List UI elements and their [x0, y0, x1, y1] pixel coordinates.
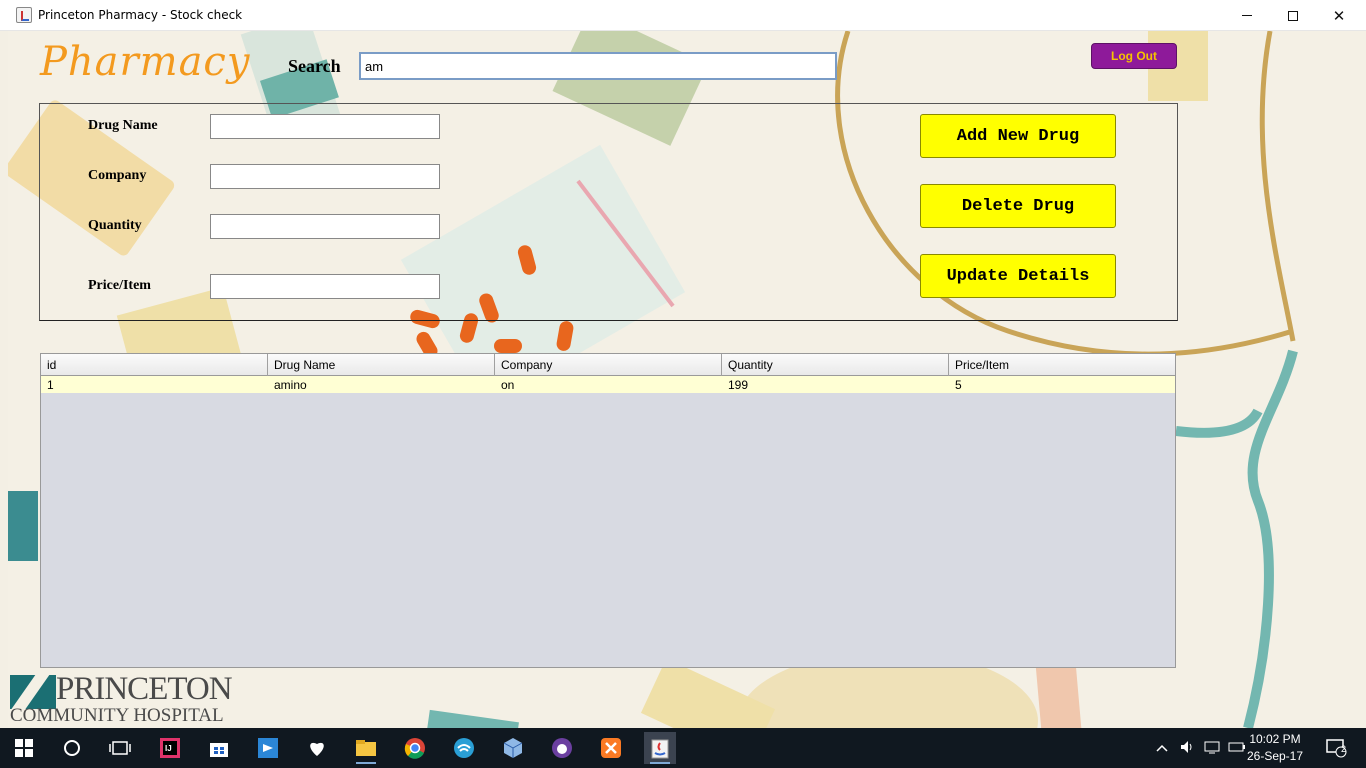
- cell-drug-name: amino: [274, 378, 307, 392]
- minimize-icon: [1242, 15, 1252, 16]
- column-header-drug-name[interactable]: Drug Name: [268, 354, 495, 376]
- java-app-icon: [16, 7, 32, 23]
- window-title-bar: Princeton Pharmacy - Stock check ✕: [0, 0, 1366, 31]
- column-header-id[interactable]: id: [41, 354, 268, 376]
- taskbar-clock[interactable]: 10:02 PM 26-Sep-17: [1244, 731, 1306, 765]
- company-input[interactable]: [210, 164, 440, 189]
- drug-table[interactable]: id Drug Name Company Quantity Price/Item…: [40, 353, 1176, 668]
- svg-text:IJ: IJ: [165, 744, 172, 753]
- princeton-logo-line2: COMMUNITY HOSPITAL: [10, 705, 224, 726]
- table-header: id Drug Name Company Quantity Price/Item: [41, 354, 1175, 376]
- logout-button[interactable]: Log Out: [1091, 43, 1177, 69]
- cell-quantity: 199: [728, 378, 749, 392]
- quantity-label: Quantity: [88, 218, 142, 233]
- delete-drug-button[interactable]: Delete Drug: [920, 184, 1116, 228]
- task-view-icon[interactable]: [104, 732, 136, 764]
- close-icon: ✕: [1332, 6, 1346, 25]
- drug-form-panel: Drug Name Company Quantity Price/Item Ad…: [39, 103, 1178, 321]
- clock-time: 10:02 PM: [1249, 732, 1301, 746]
- video-editor-icon[interactable]: [252, 732, 284, 764]
- network-app-icon[interactable]: [448, 732, 480, 764]
- pharmacy-logo: Pharmacy: [40, 39, 251, 85]
- stethoscope-green-tube: [1243, 349, 1298, 728]
- windows-taskbar: IJ 10:02 PM 26-Sep-17 2: [0, 728, 1366, 768]
- company-label: Company: [88, 168, 147, 183]
- search-input[interactable]: [359, 52, 837, 80]
- add-new-drug-button[interactable]: Add New Drug: [920, 114, 1116, 158]
- xampp-icon[interactable]: [595, 732, 627, 764]
- store-icon[interactable]: [203, 732, 235, 764]
- table-row[interactable]: 1 amino on 199 5: [41, 376, 1175, 393]
- notification-count: 2: [1341, 744, 1347, 754]
- bottom-green-strip: [427, 709, 519, 728]
- chevron-up-icon[interactable]: [1156, 741, 1170, 755]
- window-title: Princeton Pharmacy - Stock check: [38, 8, 243, 22]
- cell-price-per-item: 5: [955, 378, 962, 392]
- update-details-button[interactable]: Update Details: [920, 254, 1116, 298]
- iheart-icon[interactable]: [301, 732, 333, 764]
- stethoscope-tube-2: [1259, 31, 1296, 342]
- notification-center-icon[interactable]: 2: [1320, 732, 1352, 764]
- maximize-icon: [1288, 10, 1298, 21]
- close-button[interactable]: ✕: [1316, 0, 1362, 31]
- maximize-button[interactable]: [1270, 0, 1316, 31]
- drug-name-input[interactable]: [210, 114, 440, 139]
- column-header-price-per-item[interactable]: Price/Item: [949, 354, 1175, 376]
- price-per-item-input[interactable]: [210, 274, 440, 299]
- minimize-button[interactable]: [1224, 0, 1270, 31]
- column-header-quantity[interactable]: Quantity: [722, 354, 949, 376]
- price-per-item-label: Price/Item: [88, 278, 151, 293]
- quantity-input[interactable]: [210, 214, 440, 239]
- cell-id: 1: [47, 378, 54, 392]
- princeton-logo-mark: [10, 675, 56, 709]
- cortana-icon[interactable]: [56, 732, 88, 764]
- cell-company: on: [501, 378, 515, 392]
- network-icon[interactable]: [1204, 740, 1222, 757]
- search-label: Search: [288, 56, 341, 76]
- bottom-card-shape: [640, 658, 776, 728]
- stethoscope-green-branch: [1175, 408, 1263, 438]
- main-panel: Pharmacy Search Log Out Drug Name Compan…: [8, 31, 1366, 728]
- intellij-icon[interactable]: IJ: [154, 732, 186, 764]
- left-deco-band: [8, 491, 38, 561]
- clock-date: 26-Sep-17: [1246, 749, 1304, 763]
- app-cat-icon[interactable]: [546, 732, 578, 764]
- drug-name-label: Drug Name: [88, 118, 158, 133]
- file-explorer-icon[interactable]: [350, 732, 382, 764]
- windows-start-icon[interactable]: [8, 732, 40, 764]
- column-header-company[interactable]: Company: [495, 354, 722, 376]
- system-tray: [1156, 728, 1246, 768]
- princeton-logo-line1: PRINCETON: [56, 671, 233, 707]
- virtualbox-icon[interactable]: [497, 732, 529, 764]
- java-icon[interactable]: [644, 732, 676, 764]
- volume-icon[interactable]: [1180, 740, 1196, 757]
- chrome-icon[interactable]: [399, 732, 431, 764]
